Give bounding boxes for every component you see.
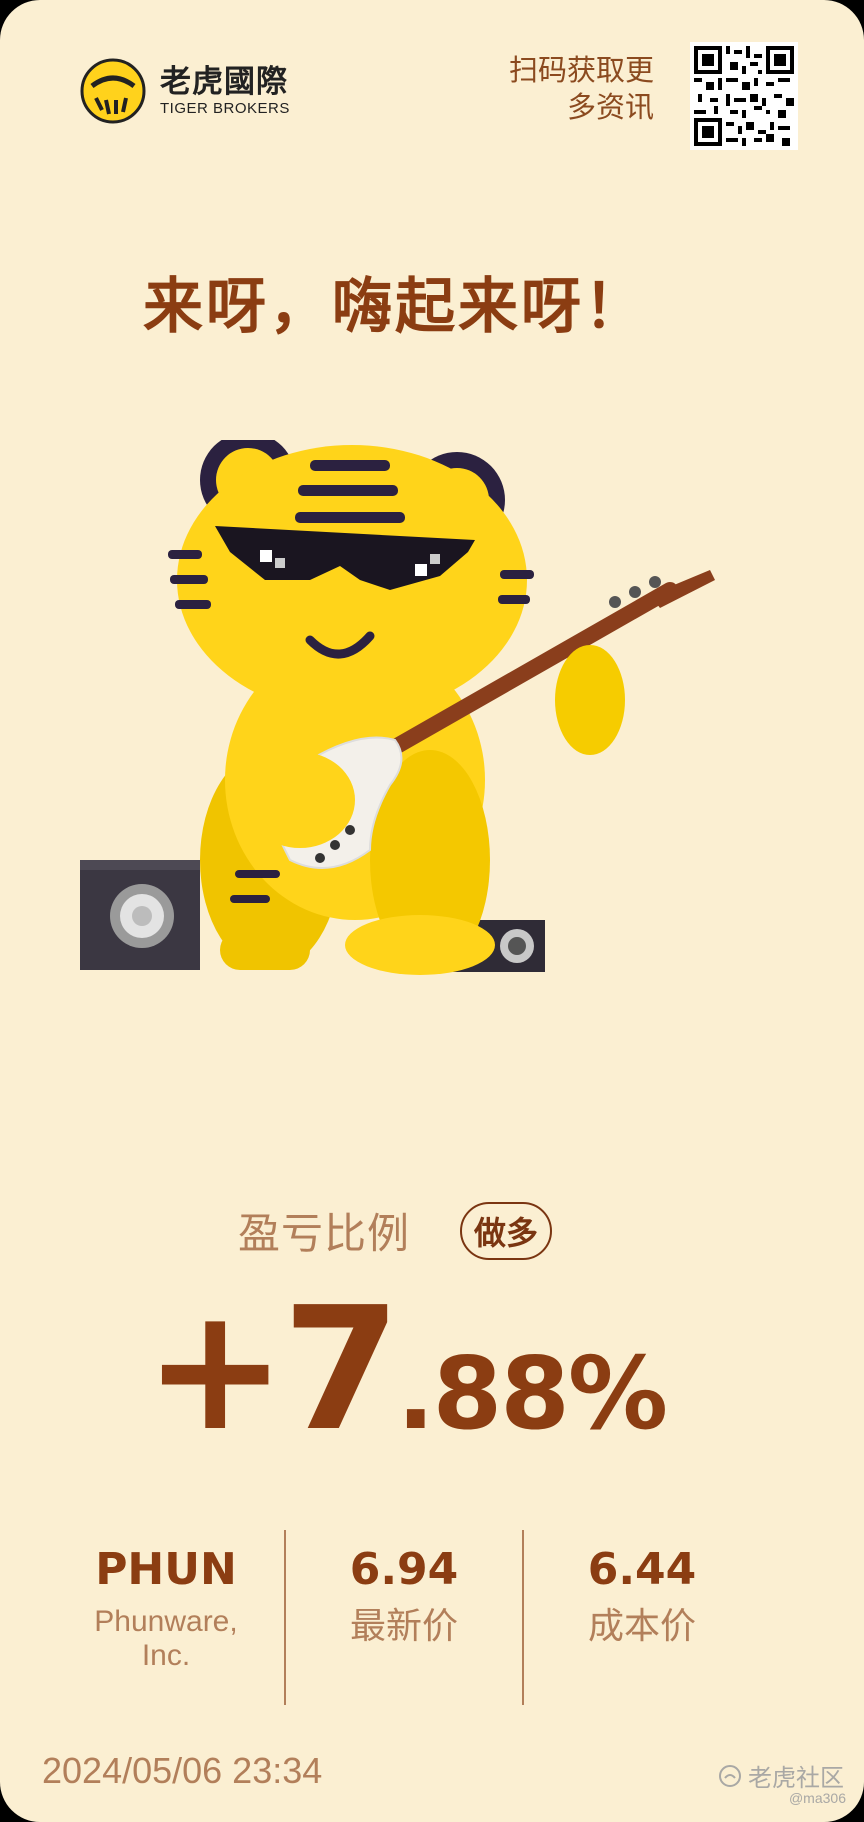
ticker-symbol: PHUN bbox=[95, 1544, 237, 1595]
brand-name-cn: 老虎國際 bbox=[160, 64, 288, 100]
pnl-percentage: +7.88% bbox=[0, 1280, 810, 1460]
pnl-ratio-row: 盈亏比例 做多 bbox=[0, 1200, 790, 1261]
position-direction-badge: 做多 bbox=[460, 1201, 553, 1260]
community-watermark: 老虎社区 bbox=[718, 1758, 844, 1793]
brand-name-en: TIGER BROKERS bbox=[160, 100, 290, 117]
company-name-line1: Phunware, bbox=[94, 1605, 238, 1638]
cost-price-label: 成本价 bbox=[587, 1606, 696, 1647]
pnl-percentage-integer: +7 bbox=[143, 1271, 401, 1469]
scan-prompt-line2: 多资讯 bbox=[566, 90, 654, 124]
brand-header: 老虎國際 TIGER BROKERS bbox=[80, 58, 290, 124]
community-logo-icon bbox=[719, 1764, 741, 1787]
timestamp: 2024/05/06 23:34 bbox=[42, 1750, 323, 1791]
share-card: 老虎國際 TIGER BROKERS 扫码获取更 多资讯 来呀，嗨起来呀！ 盈亏… bbox=[0, 0, 864, 1822]
speaker-large-icon bbox=[80, 860, 200, 970]
position-stats: PHUN Phunware, Inc. 6.94 最新价 6.44 成本价 bbox=[48, 1530, 760, 1705]
scan-prompt-line1: 扫码获取更 bbox=[508, 53, 654, 87]
latest-price-value: 6.94 bbox=[349, 1544, 459, 1595]
headline: 来呀，嗨起来呀！ bbox=[143, 272, 647, 342]
qr-code-icon[interactable] bbox=[690, 42, 798, 150]
stat-latest-price: 6.94 最新价 bbox=[286, 1530, 522, 1705]
stat-cost-price: 6.44 成本价 bbox=[524, 1530, 760, 1705]
pnl-ratio-label: 盈亏比例 bbox=[237, 1209, 410, 1258]
pnl-percentage-decimal: .88% bbox=[396, 1335, 668, 1452]
watermark-user: @ma306 bbox=[788, 1790, 846, 1806]
tiger-guitar-mascot bbox=[80, 440, 715, 975]
latest-price-label: 最新价 bbox=[349, 1606, 458, 1647]
stat-ticker: PHUN Phunware, Inc. bbox=[48, 1530, 284, 1705]
community-name: 老虎社区 bbox=[748, 1764, 844, 1792]
scan-prompt: 扫码获取更 多资讯 bbox=[509, 52, 654, 126]
company-name-line2: Inc. bbox=[141, 1639, 191, 1672]
tiger-logo-icon bbox=[80, 58, 146, 124]
cost-price-value: 6.44 bbox=[587, 1544, 697, 1595]
